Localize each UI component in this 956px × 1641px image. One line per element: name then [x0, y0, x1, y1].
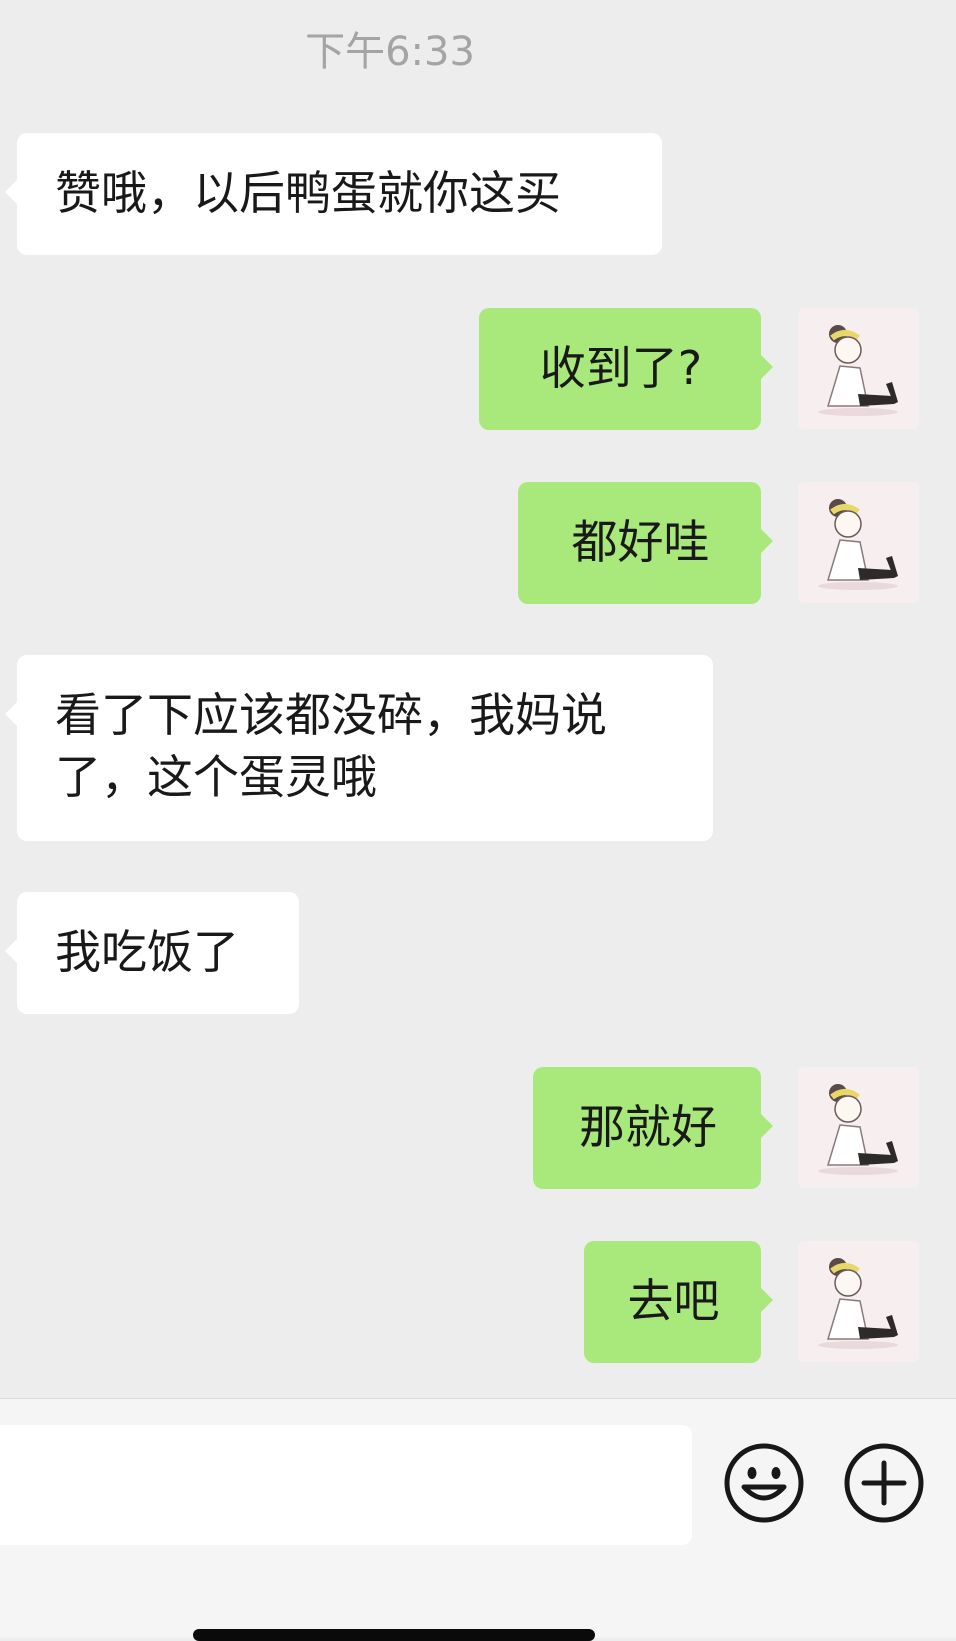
- own-avatar[interactable]: [798, 1241, 919, 1362]
- outgoing-message-bubble[interactable]: 收到了?: [479, 308, 773, 430]
- incoming-message-bubble[interactable]: 看了下应该都没碎，我妈说 了，这个蛋灵哦: [5, 655, 713, 841]
- own-avatar[interactable]: [798, 482, 919, 603]
- home-indicator[interactable]: [193, 1629, 595, 1641]
- emoji-button[interactable]: [724, 1443, 804, 1523]
- girl-sitting-avatar-icon: [798, 308, 919, 429]
- chat-message-area[interactable]: 下午6:33 赞哦，以后鸭蛋就你这买 收到了? 都好哇 看了下应该都没碎，我妈说…: [0, 0, 956, 1398]
- outgoing-message-bubble[interactable]: 去吧: [584, 1241, 773, 1363]
- message-timestamp: 下午6:33: [305, 29, 475, 75]
- own-avatar[interactable]: [798, 1067, 919, 1188]
- incoming-message-bubble[interactable]: 我吃饭了: [5, 892, 299, 1014]
- girl-sitting-avatar-icon: [798, 1241, 919, 1362]
- message-input[interactable]: [0, 1425, 692, 1545]
- incoming-message-bubble[interactable]: 赞哦，以后鸭蛋就你这买: [5, 133, 662, 255]
- more-functions-button[interactable]: [844, 1443, 924, 1523]
- plus-circle-icon: [844, 1443, 924, 1523]
- outgoing-message-bubble[interactable]: 那就好: [533, 1067, 773, 1189]
- smiley-face-icon: [724, 1443, 804, 1523]
- girl-sitting-avatar-icon: [798, 482, 919, 603]
- message-input-bar: [0, 1398, 956, 1641]
- outgoing-message-bubble[interactable]: 都好哇: [518, 482, 773, 604]
- own-avatar[interactable]: [798, 308, 919, 429]
- girl-sitting-avatar-icon: [798, 1067, 919, 1188]
